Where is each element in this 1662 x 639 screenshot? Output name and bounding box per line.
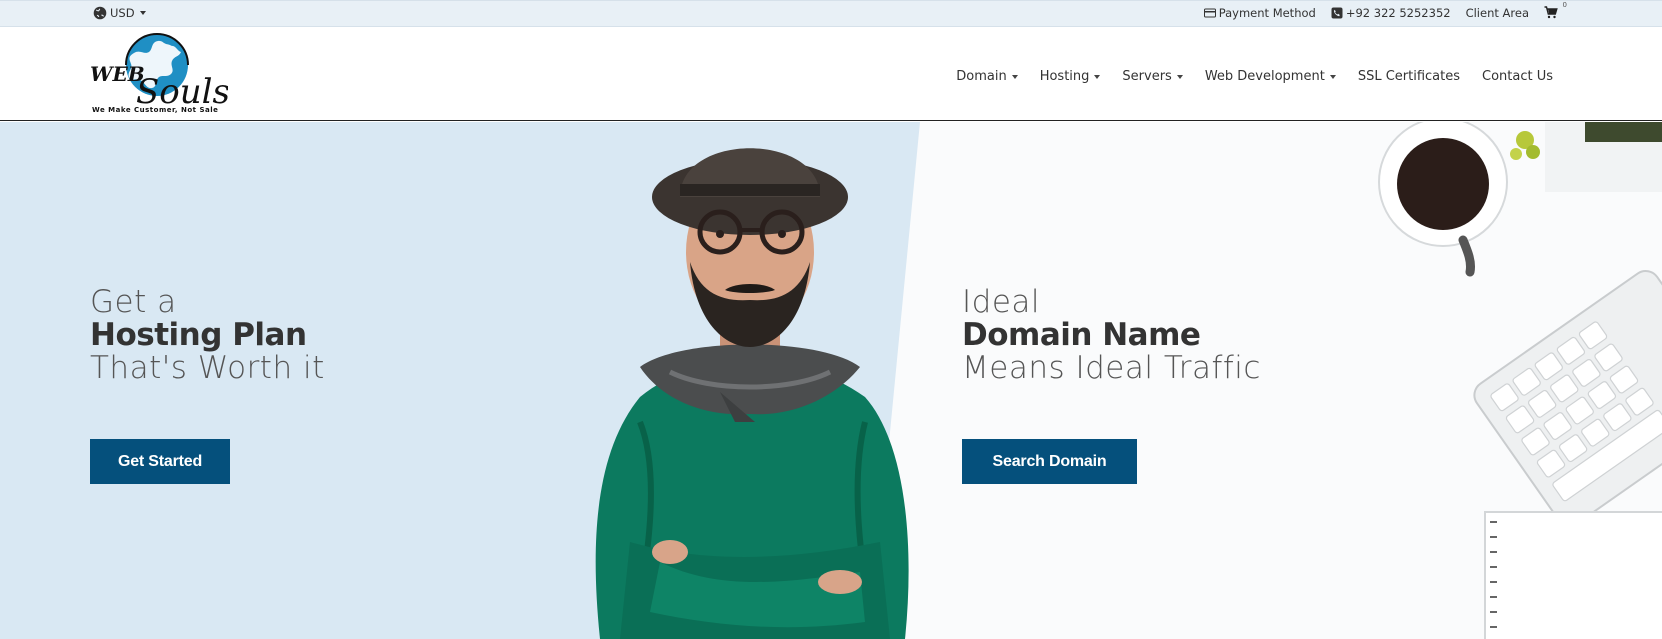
hero-right-line2: Domain Name <box>962 317 1201 353</box>
credit-card-icon <box>1203 8 1216 18</box>
main-header: WEB Souls We Make Customer, Not Sale Dom… <box>0 27 1662 121</box>
payment-method-label: Payment Method <box>1218 6 1316 20</box>
hero-desk-image <box>1378 122 1662 639</box>
globe-icon <box>93 6 107 20</box>
websouls-logo[interactable]: WEB Souls We Make Customer, Not Sale <box>88 31 230 119</box>
hero-right-line3: Means Ideal Traffic <box>962 350 1261 386</box>
nav-item-ssl-certificates[interactable]: SSL Certificates <box>1358 69 1460 84</box>
hero-person-image <box>595 148 909 639</box>
chevron-down-icon <box>1176 74 1183 79</box>
nav-item-hosting[interactable]: Hosting <box>1040 69 1101 84</box>
search-domain-button[interactable]: Search Domain <box>962 439 1137 484</box>
hero-right-heading: Ideal Domain Name Means Ideal Traffic <box>962 286 1261 385</box>
hero-banner: Get a Hosting Plan That's Worth it Get S… <box>0 122 1662 639</box>
shopping-cart-icon <box>1544 6 1558 19</box>
top-bar: USD Payment Method +92 322 5252352 Clien… <box>0 0 1662 27</box>
hero-right-line1: Ideal <box>962 284 1041 320</box>
nav-item-label: Contact Us <box>1482 69 1553 84</box>
nav-item-web-development[interactable]: Web Development <box>1205 69 1336 84</box>
chevron-down-icon <box>1329 74 1336 79</box>
nav-item-label: Web Development <box>1204 69 1325 84</box>
logo-globe-icon: WEB Souls <box>90 33 230 112</box>
chevron-down-icon <box>1094 74 1101 79</box>
get-started-button[interactable]: Get Started <box>90 439 230 484</box>
hero-left-line3: That's Worth it <box>90 350 325 386</box>
main-nav: Domain Hosting Servers Web Development S… <box>956 69 1553 84</box>
payment-method-link[interactable]: Payment Method <box>1203 6 1316 20</box>
phone-icon <box>1331 7 1343 19</box>
phone-number: +92 322 5252352 <box>1345 6 1451 20</box>
nav-item-label: SSL Certificates <box>1357 69 1460 84</box>
hero-left-line2: Hosting Plan <box>90 317 307 353</box>
hero-left-line1: Get a <box>90 284 177 320</box>
nav-item-label: Servers <box>1122 69 1172 84</box>
phone-link[interactable]: +92 322 5252352 <box>1331 6 1451 20</box>
client-area-label: Client Area <box>1465 6 1529 20</box>
nav-item-contact-us[interactable]: Contact Us <box>1482 69 1553 84</box>
nav-item-domain[interactable]: Domain <box>956 69 1018 84</box>
hero-left-heading: Get a Hosting Plan That's Worth it <box>90 286 325 385</box>
logo-tagline: We Make Customer, Not Sale <box>92 106 219 114</box>
nav-item-label: Domain <box>956 69 1007 84</box>
currency-selector[interactable]: USD <box>93 6 146 20</box>
nav-item-servers[interactable]: Servers <box>1122 69 1183 84</box>
cart-link[interactable]: 0 <box>1544 1 1567 20</box>
currency-label: USD <box>110 6 135 20</box>
chevron-down-icon <box>1011 74 1018 79</box>
cart-count-badge: 0 <box>1562 1 1567 9</box>
chevron-down-icon <box>139 11 146 15</box>
nav-item-label: Hosting <box>1039 69 1090 84</box>
client-area-link[interactable]: Client Area <box>1466 6 1529 20</box>
